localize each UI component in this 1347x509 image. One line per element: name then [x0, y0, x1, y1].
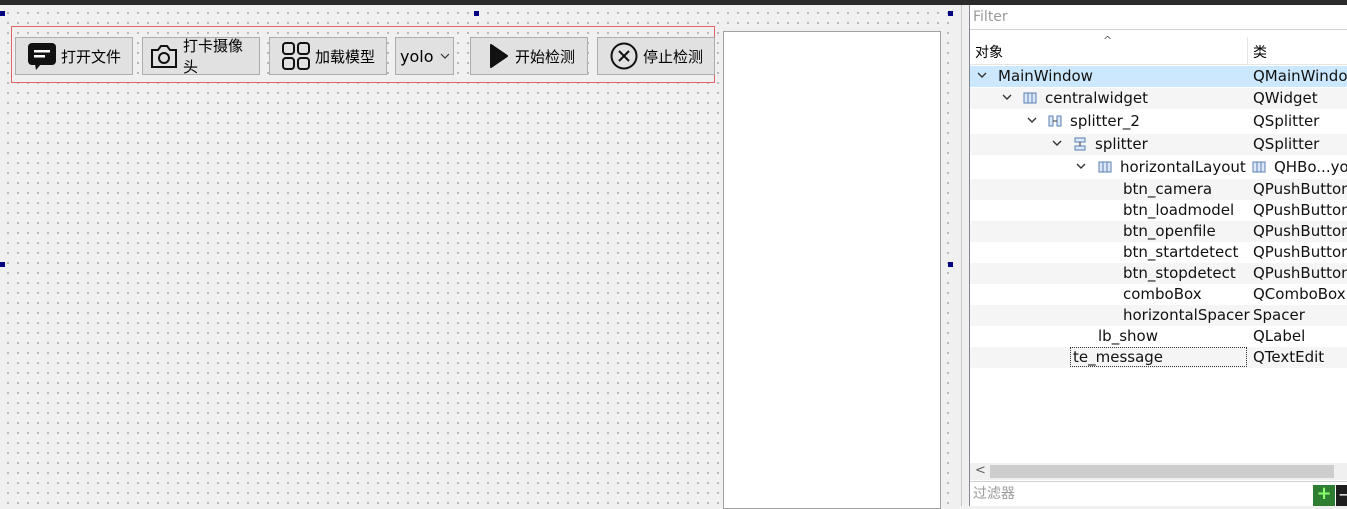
tree-row[interactable]: btn_openfile QPushButton [970, 221, 1347, 242]
tree-row[interactable]: horizontalLayout QHBo...yo [970, 157, 1347, 178]
object-class: QMainWindo [1253, 67, 1347, 85]
chevron-down-icon [440, 53, 449, 59]
splitter-vertical-icon [1074, 137, 1086, 151]
add-button[interactable]: + [1313, 483, 1335, 506]
object-class: QWidget [1253, 89, 1318, 107]
object-name: horizontalSpacer [1123, 306, 1250, 324]
object-name: comboBox [1123, 285, 1202, 303]
object-class: QPushButton [1253, 201, 1347, 219]
tree-row[interactable]: btn_startdetect QPushButton [970, 242, 1347, 263]
selection-handle[interactable] [474, 11, 479, 16]
object-name: splitter [1095, 135, 1148, 153]
selection-handle[interactable] [0, 262, 5, 267]
object-name: te_message [1073, 348, 1164, 366]
layout-icon [1252, 161, 1266, 173]
stop-detect-button[interactable]: 停止检测 [597, 37, 715, 75]
object-name: MainWindow [998, 67, 1093, 85]
selection-handle[interactable] [948, 262, 953, 267]
tree-row[interactable]: btn_camera QPushButton [970, 179, 1347, 200]
tree-row[interactable]: horizontalSpacer Spacer [970, 305, 1347, 326]
tree-row[interactable]: splitter QSplitter [970, 134, 1347, 155]
expand-arrow-icon[interactable] [976, 69, 988, 81]
expand-arrow-icon[interactable] [1051, 137, 1063, 149]
header-separator[interactable] [1247, 37, 1248, 64]
horizontal-scrollbar[interactable]: < [970, 463, 1347, 480]
form-canvas[interactable]: 打开文件 打卡摄像头 加载模型 yolo 开始检测 停止检测 [0, 5, 955, 509]
scrollbar-thumb[interactable] [990, 465, 1334, 478]
camera-button[interactable]: 打卡摄像头 [142, 37, 260, 76]
tree-row[interactable]: comboBox QComboBox [970, 284, 1347, 305]
tree-row[interactable]: btn_stopdetect QPushButton [970, 263, 1347, 284]
minus-icon: − [1338, 485, 1347, 504]
sort-indicator-icon: ^ [1103, 34, 1113, 47]
header-object[interactable]: 对象 [975, 42, 1003, 62]
tree-row[interactable]: te_message QTextEdit [970, 347, 1347, 368]
start-detect-button[interactable]: 开始检测 [470, 37, 588, 75]
object-class: QPushButton [1253, 264, 1347, 282]
object-name: centralwidget [1045, 89, 1148, 107]
load-model-label: 加载模型 [314, 47, 375, 66]
camera-icon [151, 45, 177, 68]
open-file-label: 打开文件 [60, 47, 121, 66]
remove-button[interactable]: − [1336, 485, 1347, 506]
object-class: QTextEdit [1253, 348, 1325, 366]
expand-arrow-icon[interactable] [1075, 160, 1087, 172]
object-class: QPushButton [1253, 180, 1347, 198]
object-name: btn_camera [1123, 180, 1213, 198]
object-class: QSplitter [1253, 135, 1320, 153]
model-combobox[interactable]: yolo [395, 37, 454, 75]
close-circle-icon [610, 42, 638, 70]
object-class: QComboBox [1253, 285, 1346, 303]
stop-detect-label: 停止检测 [642, 47, 703, 66]
object-name: lb_show [1098, 327, 1158, 345]
splitter-line [961, 5, 962, 506]
splitter-horizontal-icon [1048, 115, 1062, 127]
camera-label: 打卡摄像头 [183, 37, 244, 76]
tree-header: ^ 对象 类 [970, 34, 1347, 65]
layout-icon [1098, 161, 1112, 173]
open-file-button[interactable]: 打开文件 [15, 37, 133, 75]
object-class: QLabel [1253, 327, 1306, 345]
tree-row[interactable]: lb_show QLabel [970, 326, 1347, 347]
object-class: QHBo...yo [1274, 158, 1347, 176]
selection-handle[interactable] [0, 11, 5, 16]
load-model-button[interactable]: 加载模型 [269, 37, 387, 75]
grid-icon [281, 42, 310, 70]
object-name: horizontalLayout [1120, 158, 1246, 176]
message-text-edit[interactable] [723, 31, 941, 509]
object-class: Spacer [1253, 306, 1305, 324]
scroll-left-icon[interactable]: < [975, 463, 986, 478]
pane-splitter[interactable] [955, 5, 969, 506]
expand-arrow-icon[interactable] [1001, 91, 1013, 103]
expand-arrow-icon[interactable] [1026, 114, 1038, 126]
bottom-filter-input[interactable]: 过滤器 [970, 481, 1347, 506]
filter-input[interactable]: Filter [970, 5, 1347, 30]
object-inspector: Filter ^ 对象 类 MainWindow QMainWindo cent… [969, 5, 1347, 506]
tree-row[interactable]: MainWindow QMainWindo [970, 66, 1347, 87]
tree-row[interactable]: splitter_2 QSplitter [970, 111, 1347, 132]
tree-row[interactable]: centralwidget QWidget [970, 88, 1347, 109]
object-name: btn_startdetect [1123, 243, 1239, 261]
tree-row[interactable]: btn_loadmodel QPushButton [970, 200, 1347, 221]
object-class: QPushButton [1253, 222, 1347, 240]
plus-icon: + [1316, 483, 1332, 504]
selection-handle[interactable] [948, 11, 953, 16]
message-icon [27, 43, 56, 70]
object-name: btn_loadmodel [1123, 201, 1235, 219]
combobox-value: yolo [400, 46, 434, 66]
object-name: btn_openfile [1123, 222, 1216, 240]
object-class: QPushButton [1253, 243, 1347, 261]
layout-icon [1023, 92, 1037, 104]
header-class[interactable]: 类 [1253, 42, 1267, 62]
object-name: splitter_2 [1070, 112, 1140, 130]
object-class: QSplitter [1253, 112, 1320, 130]
play-icon [489, 44, 508, 68]
start-detect-label: 开始检测 [514, 47, 575, 66]
object-name: btn_stopdetect [1123, 264, 1236, 282]
